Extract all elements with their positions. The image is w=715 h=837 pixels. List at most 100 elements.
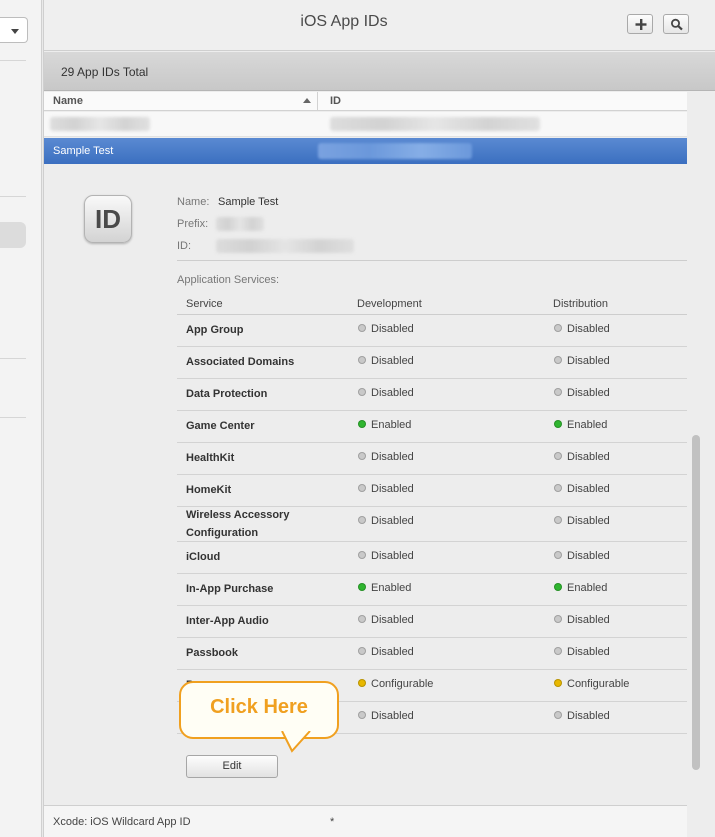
distribution-status: Disabled [554, 483, 610, 495]
status-text: Disabled [371, 387, 414, 399]
distribution-status: Disabled [554, 355, 610, 367]
sidebar-divider [0, 358, 26, 359]
status-text: Disabled [371, 614, 414, 626]
status-dot-icon [358, 516, 366, 524]
table-row[interactable]: Xcode: iOS Wildcard App ID * [44, 805, 687, 837]
services-title: Application Services: [177, 274, 280, 286]
status-text: Configurable [371, 678, 434, 690]
distribution-status: Disabled [554, 646, 610, 658]
app-id-detail: ID Name: Sample Test Prefix: ID: Applica… [44, 165, 687, 804]
search-icon [671, 18, 683, 31]
add-button[interactable] [627, 14, 653, 34]
status-dot-icon [554, 583, 562, 591]
app-window: iOS App IDs 29 App IDs Total Name ID Sam… [0, 0, 715, 837]
status-text: Disabled [567, 483, 610, 495]
status-text: Disabled [567, 710, 610, 722]
sidebar [0, 0, 42, 837]
distribution-status: Disabled [554, 710, 610, 722]
service-name: Data Protection [186, 388, 268, 400]
divider [177, 260, 687, 261]
status-text: Disabled [567, 515, 610, 527]
table-row[interactable] [44, 112, 687, 137]
development-status: Disabled [358, 550, 414, 562]
distribution-status: Disabled [554, 614, 610, 626]
status-dot-icon [358, 583, 366, 591]
status-text: Disabled [567, 614, 610, 626]
row-name: Xcode: iOS Wildcard App ID [53, 816, 191, 828]
table-row-selected[interactable]: Sample Test [44, 138, 687, 164]
scrollbar-thumb[interactable] [692, 435, 700, 770]
distribution-column-header: Distribution [553, 298, 609, 310]
service-name: Wireless Accessory Configuration [186, 509, 290, 539]
prefix-label: Prefix: [177, 218, 209, 230]
column-id-header[interactable]: ID [330, 95, 341, 107]
column-name-header[interactable]: Name [53, 95, 83, 107]
status-text: Disabled [371, 515, 414, 527]
development-status: Enabled [358, 419, 411, 431]
service-name: Game Center [186, 420, 255, 432]
row-id: * [330, 816, 335, 828]
status-dot-icon [358, 551, 366, 559]
service-row: HealthKit Disabled Disabled [177, 443, 687, 475]
redacted-name [50, 117, 150, 131]
status-text: Disabled [371, 451, 414, 463]
development-column-header: Development [357, 298, 422, 310]
sidebar-divider [0, 196, 26, 197]
service-name: iCloud [186, 551, 221, 563]
service-row: iCloud Disabled Disabled [177, 542, 687, 574]
status-dot-icon [358, 324, 366, 332]
status-text: Disabled [567, 550, 610, 562]
column-separator [317, 92, 318, 111]
development-status: Disabled [358, 646, 414, 658]
service-row: In-App Purchase Enabled Enabled [177, 574, 687, 606]
distribution-status: Configurable [554, 678, 629, 690]
development-status: Disabled [358, 323, 414, 335]
status-dot-icon [554, 711, 562, 719]
status-dot-icon [554, 615, 562, 623]
distribution-status: Disabled [554, 515, 610, 527]
id-label: ID: [177, 240, 192, 252]
status-text: Enabled [371, 419, 412, 431]
page-title: iOS App IDs [300, 13, 388, 30]
plus-icon [635, 19, 647, 30]
distribution-status: Disabled [554, 387, 610, 399]
sidebar-divider [0, 417, 26, 418]
distribution-status: Disabled [554, 550, 610, 562]
development-status: Disabled [358, 483, 414, 495]
sidebar-dropdown[interactable] [0, 17, 28, 43]
name-value: Sample Test [218, 196, 279, 208]
status-dot-icon [554, 324, 562, 332]
service-name: Associated Domains [186, 356, 295, 368]
sidebar-item-selected[interactable] [0, 222, 26, 248]
main-panel: iOS App IDs 29 App IDs Total Name ID Sam… [43, 0, 715, 837]
status-text: Disabled [371, 646, 414, 658]
service-row: Data Protection Disabled Disabled [177, 379, 687, 411]
service-name: App Group [186, 324, 244, 336]
service-row: Wireless Accessory Configuration Disabled… [177, 507, 687, 542]
sort-ascending-icon [303, 98, 311, 103]
status-text: Disabled [567, 323, 610, 335]
distribution-status: Disabled [554, 323, 610, 335]
service-name: HealthKit [186, 452, 235, 464]
status-text: Disabled [371, 323, 414, 335]
development-status: Disabled [358, 614, 414, 626]
status-dot-icon [554, 679, 562, 687]
development-status: Disabled [358, 387, 414, 399]
status-dot-icon [358, 647, 366, 655]
status-text: Enabled [567, 582, 608, 594]
status-text: Enabled [567, 419, 608, 431]
status-dot-icon [358, 484, 366, 492]
search-button[interactable] [663, 14, 689, 34]
row-name: Sample Test [53, 145, 114, 157]
status-dot-icon [554, 356, 562, 364]
distribution-status: Disabled [554, 451, 610, 463]
status-dot-icon [358, 452, 366, 460]
status-text: Disabled [371, 550, 414, 562]
callout-text: Click Here [210, 696, 308, 718]
redacted-prefix [216, 217, 264, 231]
development-status: Disabled [358, 515, 414, 527]
status-dot-icon [554, 551, 562, 559]
development-status: Enabled [358, 582, 411, 594]
edit-button[interactable]: Edit [186, 755, 278, 778]
status-dot-icon [358, 388, 366, 396]
